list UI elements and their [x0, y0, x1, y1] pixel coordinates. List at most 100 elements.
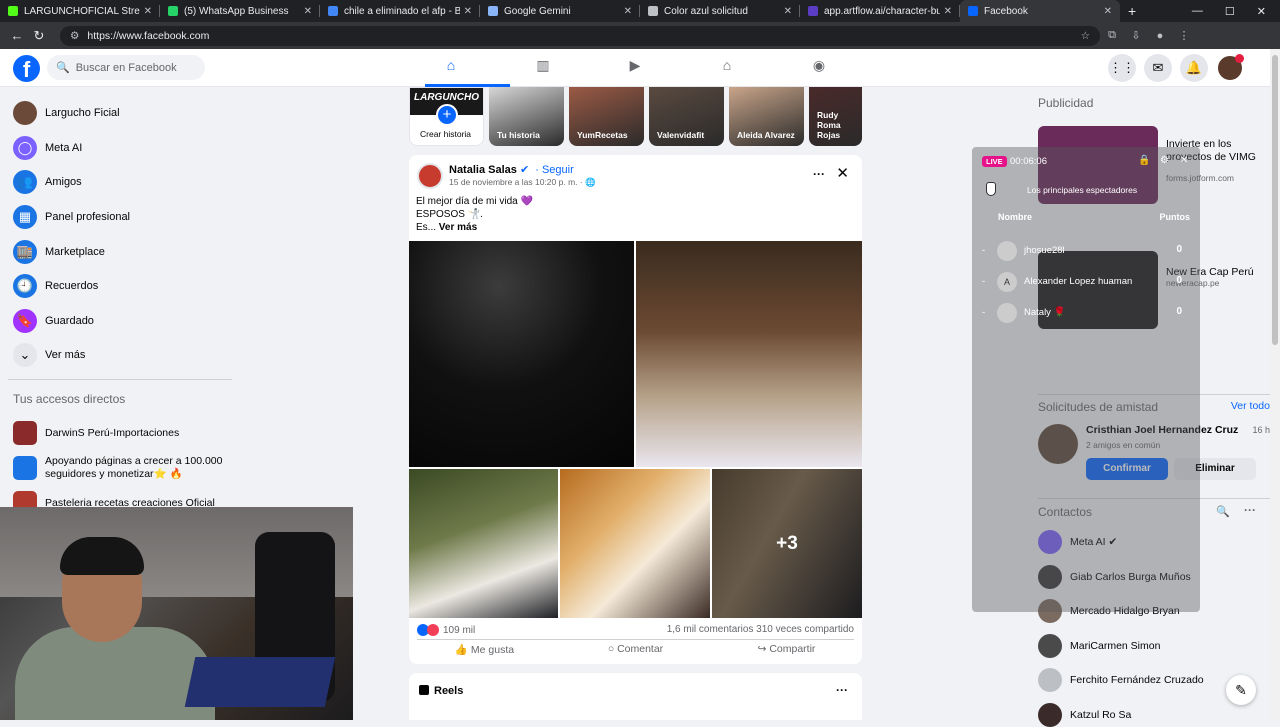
downloads-icon[interactable]: ⇩	[1124, 29, 1148, 42]
minimize-icon[interactable]: —	[1192, 5, 1203, 18]
friend-request-time: 16 h	[1252, 425, 1270, 435]
story-card[interactable]: Valenvidafit	[649, 87, 724, 146]
browser-tab[interactable]: Facebook ✕	[960, 0, 1120, 22]
post-photo[interactable]	[409, 241, 634, 467]
overlay-close-icon[interactable]: ✕	[1180, 155, 1188, 166]
tab-close-icon[interactable]: ✕	[624, 6, 632, 17]
contact-item[interactable]: Katzul Ro Sa	[1038, 702, 1131, 727]
post-author-avatar[interactable]	[417, 163, 443, 189]
new-tab-button[interactable]: +	[1128, 3, 1136, 19]
contact-item[interactable]: MariCarmen Simon	[1038, 633, 1160, 658]
browser-tab[interactable]: Color azul solicitud ✕	[640, 0, 800, 22]
notifications-icon[interactable]: 🔔	[1180, 54, 1208, 82]
facebook-logo[interactable]: f	[13, 55, 40, 82]
post-stats[interactable]: 1,6 mil comentarios 310 veces compartido	[667, 624, 854, 635]
post-author-name[interactable]: Natalia Salas	[449, 164, 517, 176]
sidebar-item[interactable]: ⌄ Ver más	[0, 338, 240, 373]
close-window-icon[interactable]: ✕	[1257, 5, 1266, 18]
post-photo[interactable]	[409, 469, 558, 618]
extensions-icon[interactable]: ⧉	[1100, 29, 1124, 42]
story-card[interactable]: Tu historia	[489, 87, 564, 146]
browser-tab[interactable]: (5) WhatsApp Business ✕	[160, 0, 320, 22]
see-more-link[interactable]: Ver más	[439, 222, 477, 233]
tab-close-icon[interactable]: ✕	[784, 6, 792, 17]
lock-icon[interactable]: 🔒	[1138, 155, 1150, 166]
share-icon: ↪	[757, 643, 770, 655]
sidebar-item[interactable]: 🕘 Recuerdos	[0, 269, 240, 304]
tab-favicon-icon	[488, 6, 498, 16]
story-card[interactable]: Aleida Alvarez	[729, 87, 804, 146]
video-icon[interactable]: ▶	[625, 57, 645, 77]
tab-close-icon[interactable]: ✕	[144, 6, 152, 17]
dashboard-nav-icon[interactable]: ▥	[533, 57, 553, 77]
browser-tab[interactable]: LARGUNCHOFICIAL Stream ✕	[0, 0, 160, 22]
share-button[interactable]: ↪ Compartir	[711, 643, 862, 656]
reload-icon[interactable]: ↻	[28, 28, 50, 44]
browser-tab[interactable]: app.artflow.ai/character-builder ✕	[800, 0, 960, 22]
viewer-row: - A Alexander Lopez huaman 0	[982, 272, 1190, 292]
tab-close-icon[interactable]: ✕	[944, 6, 952, 17]
sidebar-item[interactable]: 🔖 Guardado	[0, 304, 240, 339]
sidebar-item[interactable]: 🏬 Marketplace	[0, 234, 240, 269]
maximize-icon[interactable]: ☐	[1225, 5, 1235, 18]
bookmark-star-icon[interactable]: ☆	[1081, 30, 1090, 42]
tab-title: Color azul solicitud	[664, 5, 748, 17]
close-icon[interactable]: ✕	[836, 164, 849, 182]
browser-tab[interactable]: chile a eliminado el afp - Búsqueda ✕	[320, 0, 480, 22]
post-photo[interactable]	[636, 241, 862, 467]
viewer-name: Nataly 🌹	[1024, 307, 1066, 318]
post-options-icon[interactable]: ···	[813, 167, 825, 181]
messenger-icon[interactable]: ✉	[1144, 54, 1172, 82]
post-photo-more[interactable]: +3	[712, 469, 862, 618]
shortcut-avatar	[13, 456, 37, 481]
contacts-options-icon[interactable]: ···	[1244, 503, 1256, 517]
reels-options-icon[interactable]: ···	[836, 683, 848, 697]
search-input[interactable]: 🔍 Buscar en Facebook	[47, 55, 205, 80]
shortcut-item[interactable]: DarwinS Perú-Importaciones	[0, 416, 240, 451]
love-reaction-icon	[427, 624, 439, 636]
new-message-icon[interactable]: ✎	[1226, 675, 1256, 705]
browser-tab[interactable]: Google Gemini ✕	[480, 0, 640, 22]
profile-avatar-button[interactable]	[1216, 54, 1244, 82]
sidebar-item[interactable]: ▦ Panel profesional	[0, 200, 240, 235]
reels-title: Reels	[434, 685, 464, 697]
post-date[interactable]: 15 de noviembre a las 10:20 p. m. · 🌐	[449, 177, 596, 188]
story-card[interactable]: YumRecetas	[569, 87, 644, 146]
site-info-icon[interactable]: ⚙	[70, 30, 79, 42]
back-icon[interactable]: ←	[6, 28, 28, 43]
shortcut-item[interactable]: Apoyando páginas a crecer a 100.000 segu…	[0, 451, 240, 486]
story-card[interactable]: Rudy Roma Rojas	[809, 87, 862, 146]
comment-button[interactable]: ○ Comentar	[560, 643, 711, 656]
sidebar-item[interactable]: ◯ Meta AI	[0, 131, 240, 166]
settings-icon[interactable]: ⚙	[1160, 155, 1169, 166]
tab-close-icon[interactable]: ✕	[1104, 6, 1112, 17]
verified-icon: ✔	[519, 164, 530, 176]
see-all-link[interactable]: Ver todo	[1231, 400, 1270, 412]
story-card[interactable]: LARGUNCHO + Crear historia	[409, 87, 484, 146]
url-field[interactable]: ⚙ https://www.facebook.com ☆	[60, 25, 1100, 46]
contact-item[interactable]: Ferchito Fernández Cruzado	[1038, 668, 1204, 692]
menu-grid-icon[interactable]: ⋮⋮	[1108, 54, 1136, 82]
gaming-icon[interactable]: ◉	[809, 57, 829, 77]
story-name: Tu historia	[497, 130, 540, 140]
contacts-search-icon[interactable]: 🔍	[1216, 505, 1230, 518]
page-scrollbar[interactable]	[1270, 49, 1280, 720]
sidebar-item-label: Guardado	[45, 314, 94, 327]
sidebar-item[interactable]: Largucho Ficial	[0, 96, 240, 131]
sidebar-item[interactable]: 👥 Amigos	[0, 165, 240, 200]
tab-close-icon[interactable]: ✕	[464, 6, 472, 17]
tab-close-icon[interactable]: ✕	[304, 6, 312, 17]
tab-title: app.artflow.ai/character-builder	[824, 5, 940, 17]
profile-icon[interactable]: ●	[1148, 30, 1172, 42]
marketplace-nav-icon[interactable]: ⌂	[717, 57, 737, 77]
story-name: Valenvidafit	[657, 130, 705, 140]
follow-button[interactable]: · Seguir	[535, 164, 574, 176]
reactions-summary[interactable]: 109 mil	[417, 624, 475, 636]
post-author: Natalia Salas ✔ · Seguir	[449, 163, 574, 176]
menu-icon[interactable]: ⋮	[1172, 29, 1196, 42]
home-icon[interactable]: ⌂	[441, 57, 461, 77]
post-photo[interactable]	[560, 469, 710, 618]
like-button[interactable]: 👍 Me gusta	[409, 643, 560, 656]
scrollbar-thumb[interactable]	[1272, 55, 1278, 345]
tab-favicon-icon	[808, 6, 818, 16]
